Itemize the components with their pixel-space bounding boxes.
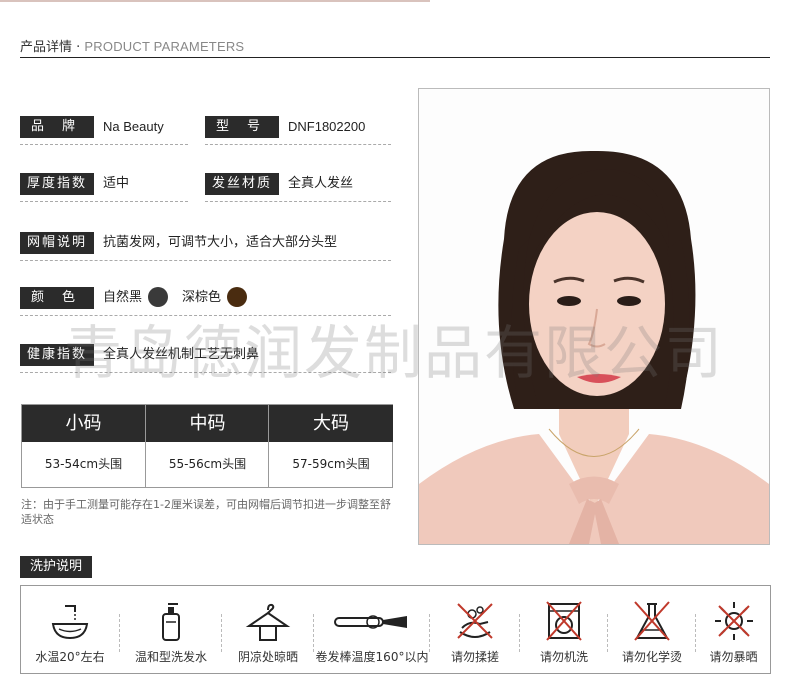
divider: [20, 260, 391, 261]
dark-brown-swatch: [227, 286, 248, 307]
health-tag: 健康指数: [20, 344, 94, 366]
care-item-hang-dry: 阴凉处晾晒: [223, 586, 313, 673]
divider: [695, 614, 696, 652]
care-title: 洗护说明: [20, 556, 92, 578]
divider: [429, 614, 430, 652]
top-accent-line: [0, 0, 430, 2]
hanger-dry-icon: [245, 603, 291, 641]
size-name: 中码: [146, 405, 269, 442]
size-range: 57-59cm头围: [292, 457, 370, 471]
thickness-value: 适中: [103, 176, 130, 191]
no-scrubbing-icon: [457, 603, 493, 639]
care-item-no-sun: 请勿暴晒: [697, 586, 770, 673]
section-header: 产品详情 · PRODUCT PARAMETERS: [20, 36, 244, 55]
care-label: 请勿揉搓: [450, 650, 499, 664]
no-sun-exposure-icon: [714, 602, 753, 640]
color-tag: 颜色: [20, 287, 94, 309]
size-col-small: 小码 53-54cm头围: [22, 405, 145, 487]
cap-tag: 网帽说明: [20, 232, 94, 254]
thickness-tag: 厚度指数: [20, 173, 94, 195]
water-basin-icon: [51, 605, 89, 640]
size-name: 小码: [22, 405, 145, 442]
care-label: 请勿机洗: [539, 650, 588, 664]
divider: [205, 144, 391, 145]
model-portrait-illustration: [419, 89, 769, 544]
natural-black-swatch: [148, 286, 169, 307]
care-item-no-scrub: 请勿揉搓: [431, 586, 519, 673]
cap-value: 抗菌发网，可调节大小，适合大部分头型: [103, 235, 338, 250]
no-chemical-perm-icon: [634, 601, 670, 641]
size-range: 53-54cm头围: [44, 457, 123, 471]
brand-tag: 品牌: [20, 116, 94, 138]
header-cn: 产品详情: [20, 40, 73, 55]
health-value: 全真人发丝机制工艺无刺鼻: [103, 347, 260, 362]
care-label: 阴凉处晾晒: [237, 650, 298, 664]
care-panel: 水温20°左右 温和型洗发水 阴凉处晾晒 卷发棒温度160°以内 请勿揉搓 请勿…: [20, 585, 771, 674]
divider: [119, 614, 120, 652]
care-label: 水温20°左右: [35, 650, 105, 664]
divider: [20, 315, 391, 316]
curling-iron-icon: [334, 615, 407, 629]
no-machine-wash-icon: [546, 601, 582, 641]
care-label: 温和型洗发水: [134, 650, 207, 664]
care-item-no-chemical-perm: 请勿化学烫: [609, 586, 695, 673]
divider: [20, 201, 188, 202]
divider: [20, 144, 188, 145]
care-label: 请勿化学烫: [621, 650, 682, 664]
divider: [205, 201, 391, 202]
divider: [20, 372, 391, 373]
header-sep: ·: [72, 40, 85, 55]
model-tag: 型号: [205, 116, 279, 138]
header-en: PRODUCT PARAMETERS: [84, 39, 245, 54]
size-col-medium: 中码 55-56cm头围: [145, 405, 269, 487]
divider: [519, 614, 520, 652]
divider: [313, 614, 314, 652]
brand-value: Na Beauty: [103, 119, 164, 134]
material-tag: 发丝材质: [205, 173, 279, 195]
shampoo-bottle-icon: [162, 603, 180, 641]
care-label: 卷发棒温度160°以内: [315, 650, 429, 664]
color-options: 自然黑 深棕色: [103, 286, 261, 309]
divider: [607, 614, 608, 652]
model-photo: [418, 88, 770, 545]
header-divider: [20, 57, 770, 58]
care-label: 请勿暴晒: [709, 650, 758, 664]
material-value: 全真人发丝: [288, 176, 354, 191]
care-item-shampoo: 温和型洗发水: [121, 586, 221, 673]
model-value: DNF1802200: [288, 119, 366, 134]
size-name: 大码: [269, 405, 393, 442]
divider: [221, 614, 222, 652]
size-range: 55-56cm头围: [168, 457, 247, 471]
color-1-label: 自然黑: [103, 290, 143, 305]
size-table: 小码 53-54cm头围 中码 55-56cm头围 大码 57-59cm头围: [21, 404, 393, 488]
size-col-large: 大码 57-59cm头围: [268, 405, 393, 487]
color-2-label: 深棕色: [182, 290, 222, 305]
care-item-curling-iron: 卷发棒温度160°以内: [315, 586, 429, 673]
care-item-water-temp: 水温20°左右: [21, 586, 119, 673]
measurement-note: 注：由于手工测量可能存在1-2厘米误差，可由网帽后调节扣进一步调整至舒适状态: [21, 498, 391, 526]
care-item-no-machine-wash: 请勿机洗: [521, 586, 607, 673]
